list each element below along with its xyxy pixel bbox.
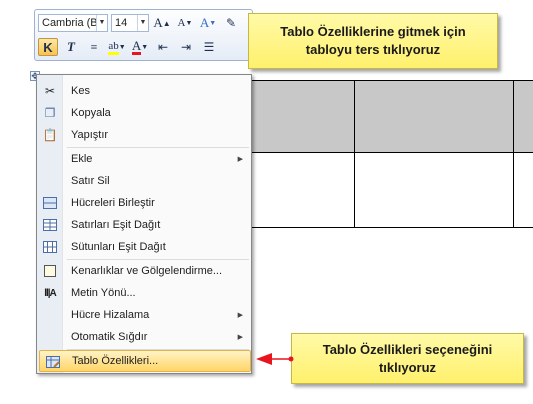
pointer-arrow-icon — [256, 353, 294, 365]
